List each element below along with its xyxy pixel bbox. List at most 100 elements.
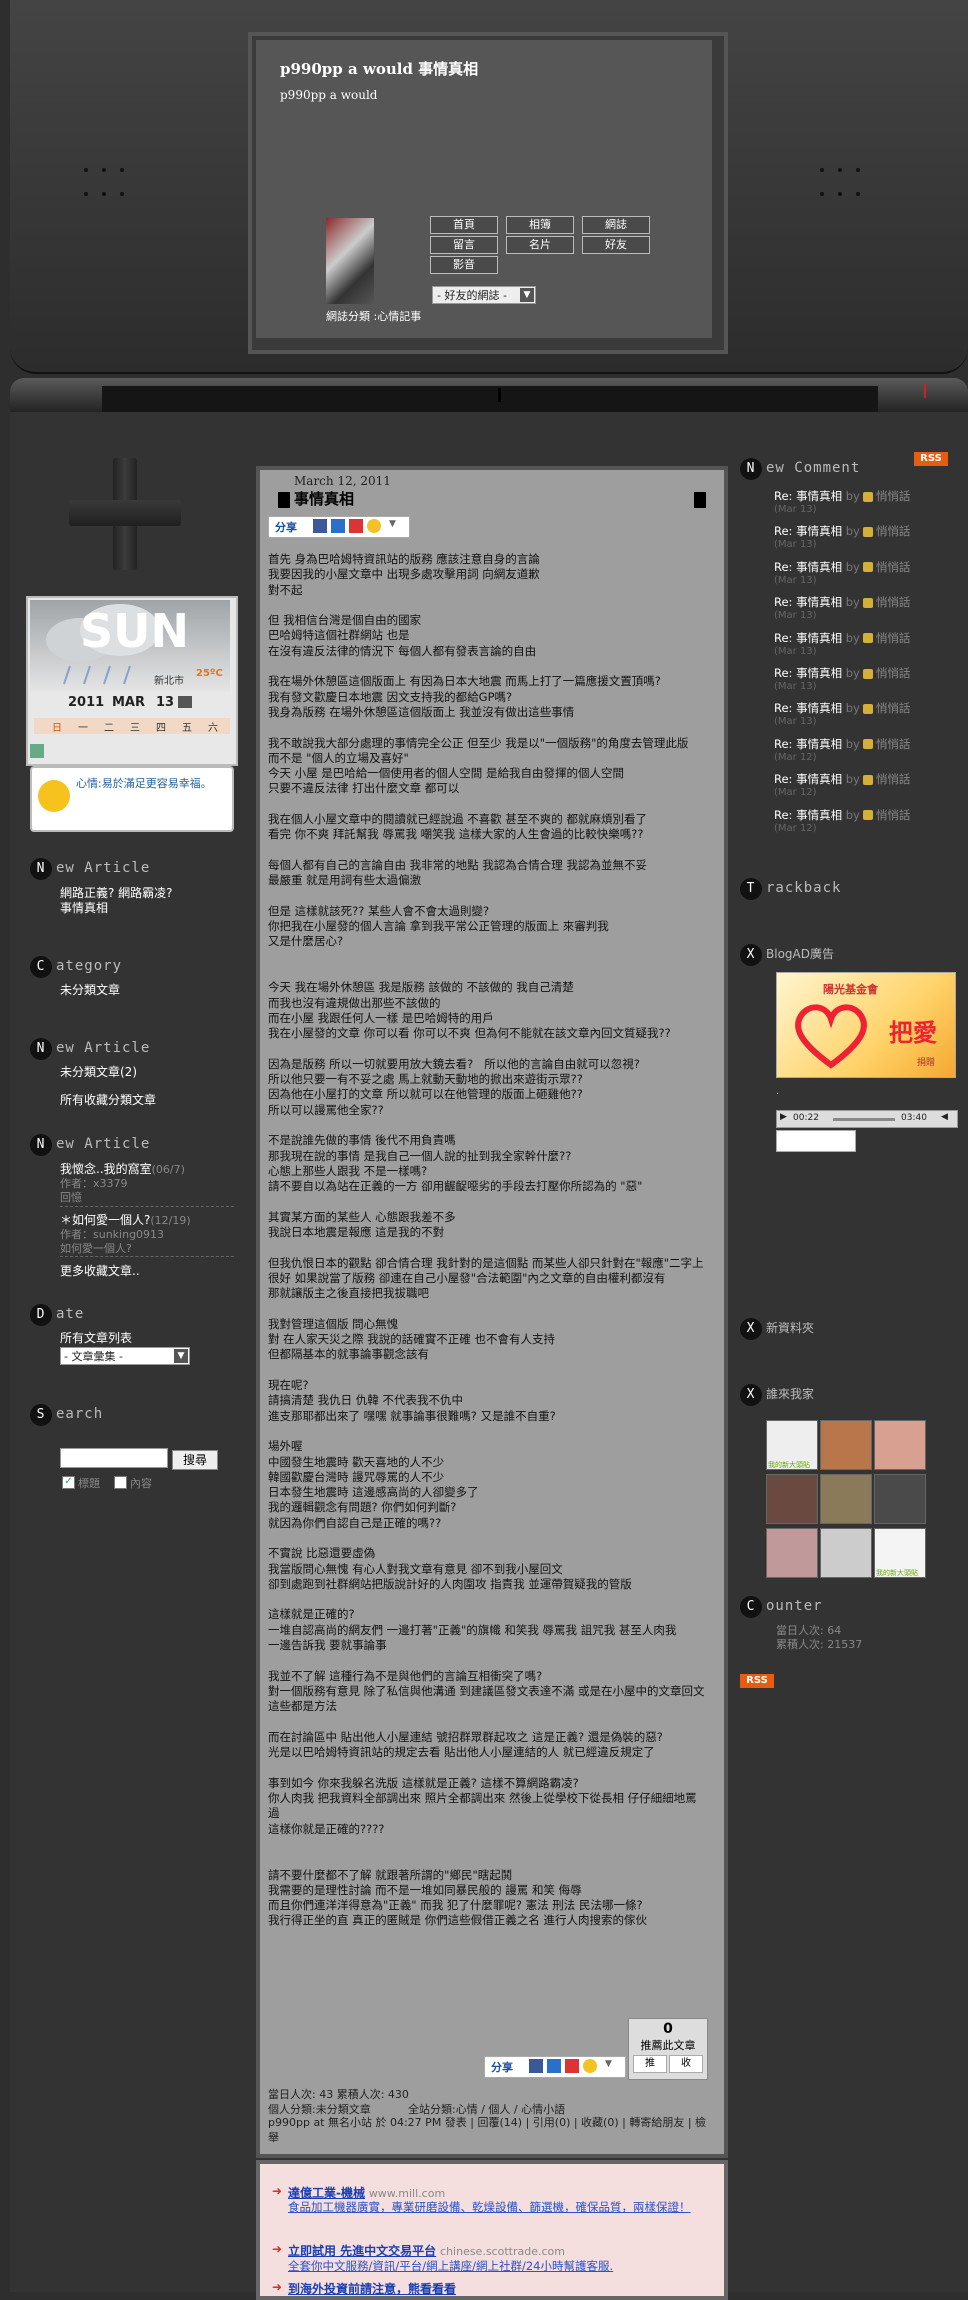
comment-title[interactable]: Re: 事情真相 [774,595,842,609]
speaker-dots-left [84,168,148,208]
collection-link-uncategorized[interactable]: 未分類文章(2) [60,1063,137,1080]
nav-home-button[interactable]: 首頁 [430,216,498,234]
funp-icon[interactable] [565,2059,579,2073]
player-progress[interactable] [833,1118,895,1121]
comment-item[interactable]: Re: 事情真相 by 悄悄話 (Mar 13) [774,594,910,621]
player-control[interactable] [776,1130,856,1152]
lock-icon [862,562,873,573]
weather-day: 13 [156,695,175,710]
comment-date: (Mar 13) [774,610,817,622]
share-bar-bottom[interactable]: 分享 ▼ [484,2056,626,2078]
blogad-banner[interactable]: 陽光基金會 把愛 捐贈 [776,972,956,1078]
search-title-checkbox[interactable]: ✓ [62,1476,75,1489]
visitor-avatar[interactable] [766,1474,818,1524]
comment-title[interactable]: Re: 事情真相 [774,560,842,574]
comment-author: 悄悄話 [875,630,911,645]
search-content-checkbox[interactable] [114,1476,127,1489]
visitor-avatar[interactable] [766,1528,818,1578]
comment-item[interactable]: Re: 事情真相 by 悄悄話 (Mar 13) [774,630,910,657]
collection-link-all[interactable]: 所有收藏分類文章 [60,1091,156,1108]
recommend-push-button[interactable]: 推 [633,2055,667,2073]
volume-icon[interactable]: ◀ [941,1112,948,1122]
comment-item[interactable]: Re: 事情真相 by 悄悄話 (Mar 12) [774,807,910,834]
ad-1[interactable]: 達億工業-機械 www.mill.com [288,2184,445,2201]
visitor-avatar[interactable] [874,1474,926,1524]
title-bullet-right [694,492,706,508]
article-link-2[interactable]: 事情真相 [60,899,108,916]
visitors-header: X 誰來我家 [740,1384,814,1406]
comment-title[interactable]: Re: 事情真相 [774,701,842,715]
chevron-down-icon[interactable]: ▼ [389,519,396,529]
all-articles-link[interactable]: 所有文章列表 [60,1329,132,1346]
nav-profile-button[interactable]: 名片 [506,236,574,254]
ad-1-desc[interactable]: 食品加工機器廣實，專業研磨設備、乾燥設備、篩選機，確保品質，兩樣保證！ [288,2200,712,2215]
lock-icon [862,703,873,714]
nav-video-button[interactable]: 影音 [430,256,498,274]
visitor-avatar[interactable] [874,1420,926,1470]
comment-by: by [845,701,860,716]
ad-2-desc[interactable]: 全套你中文服務/資訊/平台/網上講座/網上社群/24小時幫護客服. [288,2258,712,2274]
comment-author: 悄悄話 [875,772,911,787]
comment-title[interactable]: Re: 事情真相 [774,772,842,786]
music-player[interactable]: ▶ 00:22 03:40 ◀ [776,1110,958,1128]
visitor-avatar[interactable] [820,1420,872,1470]
play-icon[interactable]: ▶ [780,1112,787,1122]
comment-item[interactable]: Re: 事情真相 by 悄悄話 (Mar 13) [774,523,910,550]
visitor-avatar[interactable] [820,1528,872,1578]
recommend-save-button[interactable]: 收 [669,2055,703,2073]
comment-title[interactable]: Re: 事情真相 [774,737,842,751]
blog-category-line[interactable]: 網誌分類 :心情記事 [326,308,421,324]
comment-title[interactable]: Re: 事情真相 [774,524,842,538]
comment-item[interactable]: Re: 事情真相 by 悄悄話 (Mar 13) [774,700,910,727]
plurk-icon[interactable] [331,519,345,533]
nav-blog-button[interactable]: 網誌 [582,216,650,234]
dpad-horizontal [69,500,181,526]
ads-panel [256,2160,728,2300]
ad-2[interactable]: 立即試用 先進中文交易平台 chinese.scottrade.com [288,2242,565,2259]
comment-item[interactable]: Re: 事情真相 by 悄悄話 (Mar 13) [774,665,910,692]
calendar-icon [178,696,192,708]
facebook-icon[interactable] [529,2059,543,2073]
archive-select[interactable]: - 文章彙集 - ▼ [60,1347,190,1365]
comment-title[interactable]: Re: 事情真相 [774,666,842,680]
comment-date: (Mar 12) [774,751,817,763]
nav-friends-button[interactable]: 好友 [582,236,650,254]
comment-item[interactable]: Re: 事情真相 by 悄悄話 (Mar 12) [774,736,910,763]
search-input[interactable] [60,1448,168,1468]
friend-blog-select[interactable]: - 好友的網誌 - ▼ [432,286,536,304]
counter-total: 累積人次: 21537 [776,1638,863,1651]
comment-title[interactable]: Re: 事情真相 [774,631,842,645]
search-content-label: 內容 [130,1477,152,1490]
comment-item[interactable]: Re: 事情真相 by 悄悄話 (Mar 12) [774,771,910,798]
post-footer[interactable]: p990pp at 無名小站 於 04:27 PM 發表 | 回覆(14) | … [268,2115,708,2145]
comment-item[interactable]: Re: 事情真相 by 悄悄話 (Mar 13) [774,488,910,515]
comment-by: by [845,489,860,503]
rss-button-top[interactable]: RSS [914,452,948,466]
favorite-articles-header: New Article [30,1134,150,1156]
share-bar-top[interactable]: 分享 ▼ [268,516,410,538]
funp-icon[interactable] [349,519,363,533]
weekday-sun: 日 [52,723,62,734]
nav-album-button[interactable]: 相簿 [506,216,574,234]
search-button[interactable]: 搜尋 [172,1450,218,1470]
owner-avatar[interactable] [326,218,374,304]
comment-title[interactable]: Re: 事情真相 [774,489,842,503]
plurk-icon[interactable] [547,2059,561,2073]
smiley-share-icon[interactable] [583,2059,597,2073]
weather-month: MAR [112,695,146,710]
visitor-avatar[interactable] [820,1474,872,1524]
ad-3[interactable]: 到海外投資前請注意，熊看看看 [288,2280,456,2297]
comment-title[interactable]: Re: 事情真相 [774,808,842,822]
rss-button-bottom[interactable]: RSS [740,1674,774,1688]
comment-author: 悄悄話 [875,489,911,503]
counter-header: Counter [740,1596,823,1618]
more-favorites-link[interactable]: 更多收藏文章.. [60,1262,140,1279]
category-link-uncategorized[interactable]: 未分類文章 [60,981,120,998]
comment-item[interactable]: Re: 事情真相 by 悄悄話 (Mar 13) [774,559,910,586]
facebook-icon[interactable] [313,519,327,533]
smiley-share-icon[interactable] [367,519,381,533]
nav-guestbook-button[interactable]: 留言 [430,236,498,254]
weather-city: 新北市 [154,676,184,687]
comment-by: by [845,736,860,751]
chevron-down-icon[interactable]: ▼ [605,2059,612,2069]
